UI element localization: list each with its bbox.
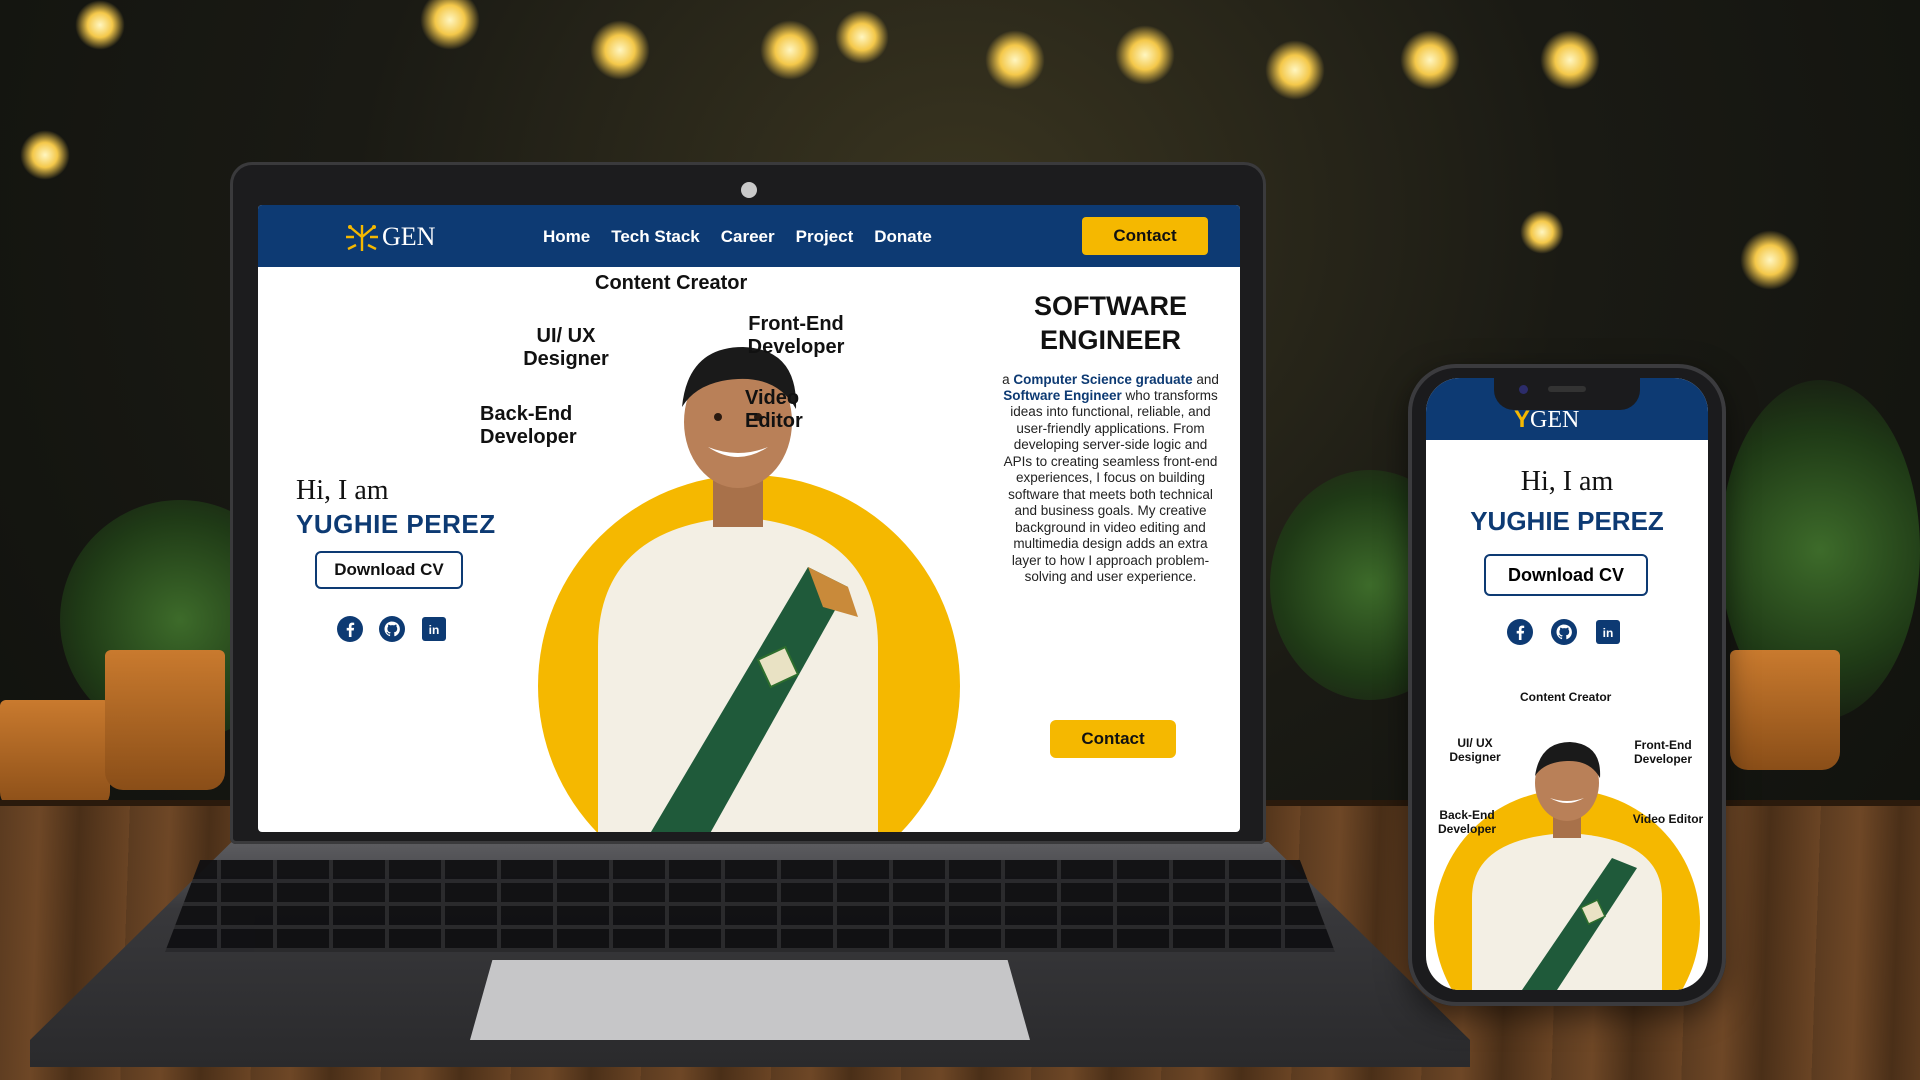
laptop-keyboard — [165, 860, 1335, 952]
role-front-end: Front-End Developer — [746, 313, 846, 359]
role-video-line1: Video — [745, 387, 800, 409]
about-body: who transforms ideas into functional, re… — [1003, 387, 1218, 585]
linkedin-icon[interactable]: in — [1594, 618, 1622, 646]
github-icon[interactable] — [378, 615, 406, 643]
mobile-greeting: Hi, I am — [1520, 466, 1614, 497]
about-mid: and — [1192, 371, 1219, 387]
laptop-website: GEN Home Tech Stack Career Project Donat… — [258, 205, 1240, 832]
role-ui-ux: UI/ UX Designer — [516, 325, 616, 371]
role-front-end-line2: Developer — [747, 336, 845, 358]
role-ui-ux-line1: UI/ UX — [536, 325, 596, 347]
bokeh-light — [20, 130, 70, 180]
role-video-line2: Editor — [745, 410, 803, 432]
bokeh-light — [1115, 25, 1175, 85]
mobile-logo[interactable]: YGEN — [1514, 406, 1579, 434]
about-highlight-se: Software Engineer — [1003, 387, 1122, 403]
logo-mark-icon — [346, 225, 378, 251]
nav-home[interactable]: Home — [543, 227, 590, 247]
bokeh-light — [760, 20, 820, 80]
greeting: Hi, I am — [296, 475, 389, 506]
about-section: SOFTWARE ENGINEER a Computer Science gra… — [998, 290, 1223, 586]
site-logo[interactable]: GEN — [344, 221, 435, 253]
facebook-icon[interactable] — [336, 615, 364, 643]
github-icon[interactable] — [1550, 618, 1578, 646]
bokeh-light — [1400, 30, 1460, 90]
hero-name: YUGHIE PEREZ — [296, 509, 496, 539]
download-cv-button[interactable]: Download CV — [315, 551, 463, 589]
svg-text:in: in — [1603, 626, 1614, 640]
about-prefix: a — [1002, 371, 1014, 387]
mobile-logo-text: GEN — [1530, 407, 1580, 433]
bokeh-light — [1265, 40, 1325, 100]
profile-photo — [598, 347, 878, 832]
nav-tech-stack[interactable]: Tech Stack — [611, 227, 700, 247]
role-content-creator: Content Creator — [595, 272, 748, 294]
nav-donate[interactable]: Donate — [874, 227, 932, 247]
bokeh-light — [590, 20, 650, 80]
social-links: in — [336, 615, 448, 643]
about-title-line1: SOFTWARE — [1034, 291, 1187, 321]
phone-camera — [1519, 385, 1528, 394]
linkedin-icon[interactable]: in — [420, 615, 448, 643]
about-paragraph: a Computer Science graduate and Software… — [998, 372, 1223, 586]
mobile-logo-mark-icon: Y — [1514, 406, 1531, 433]
bokeh-light — [420, 0, 480, 50]
svg-text:in: in — [429, 623, 440, 637]
bokeh-light — [1740, 230, 1800, 290]
nav-links: Home Tech Stack Career Project Donate — [543, 227, 932, 247]
role-back-end: Back-End Developer — [480, 403, 590, 449]
facebook-icon[interactable] — [1506, 618, 1534, 646]
about-title-line2: ENGINEER — [1039, 324, 1182, 355]
navbar: GEN Home Tech Stack Career Project Donat… — [258, 205, 1240, 267]
bokeh-light — [1540, 30, 1600, 90]
role-back-end-line2: Developer — [480, 426, 577, 448]
mobile-download-cv-button[interactable]: Download CV — [1484, 554, 1648, 596]
mobile-website: YGEN Hi, I am YUGHIE PEREZ Download CV i… — [1426, 378, 1708, 990]
nav-project[interactable]: Project — [796, 227, 854, 247]
bokeh-light — [985, 30, 1045, 90]
mobile-social-links: in — [1506, 618, 1622, 646]
bokeh-light — [1520, 210, 1564, 254]
role-ui-ux-line2: Designer — [523, 348, 609, 370]
logo-text: GEN — [382, 222, 436, 251]
pot-decor — [0, 700, 110, 810]
hero-intro: Hi, I am YUGHIE PEREZ — [296, 475, 496, 540]
mobile-role-content-creator: Content Creator — [1520, 690, 1612, 704]
nav-career[interactable]: Career — [721, 227, 775, 247]
role-front-end-line1: Front-End — [748, 313, 844, 335]
bokeh-light — [835, 10, 889, 64]
webcam — [741, 182, 757, 198]
about-title: SOFTWARE ENGINEER — [998, 290, 1223, 358]
pot-decor — [105, 650, 225, 790]
role-back-end-line1: Back-End — [480, 403, 573, 425]
bokeh-light — [75, 0, 125, 50]
mobile-hero-name: YUGHIE PEREZ — [1470, 506, 1664, 536]
pot-decor — [1730, 650, 1840, 770]
about-highlight-cs: Computer Science graduate — [1013, 371, 1193, 387]
laptop-trackpad — [470, 960, 1030, 1040]
phone-notch — [1494, 376, 1640, 410]
phone-speaker — [1548, 386, 1586, 392]
role-video-editor: Video Editor — [745, 387, 815, 433]
nav-contact-button[interactable]: Contact — [1082, 217, 1208, 255]
mobile-profile-photo — [1472, 742, 1662, 990]
about-contact-button[interactable]: Contact — [1050, 720, 1176, 758]
